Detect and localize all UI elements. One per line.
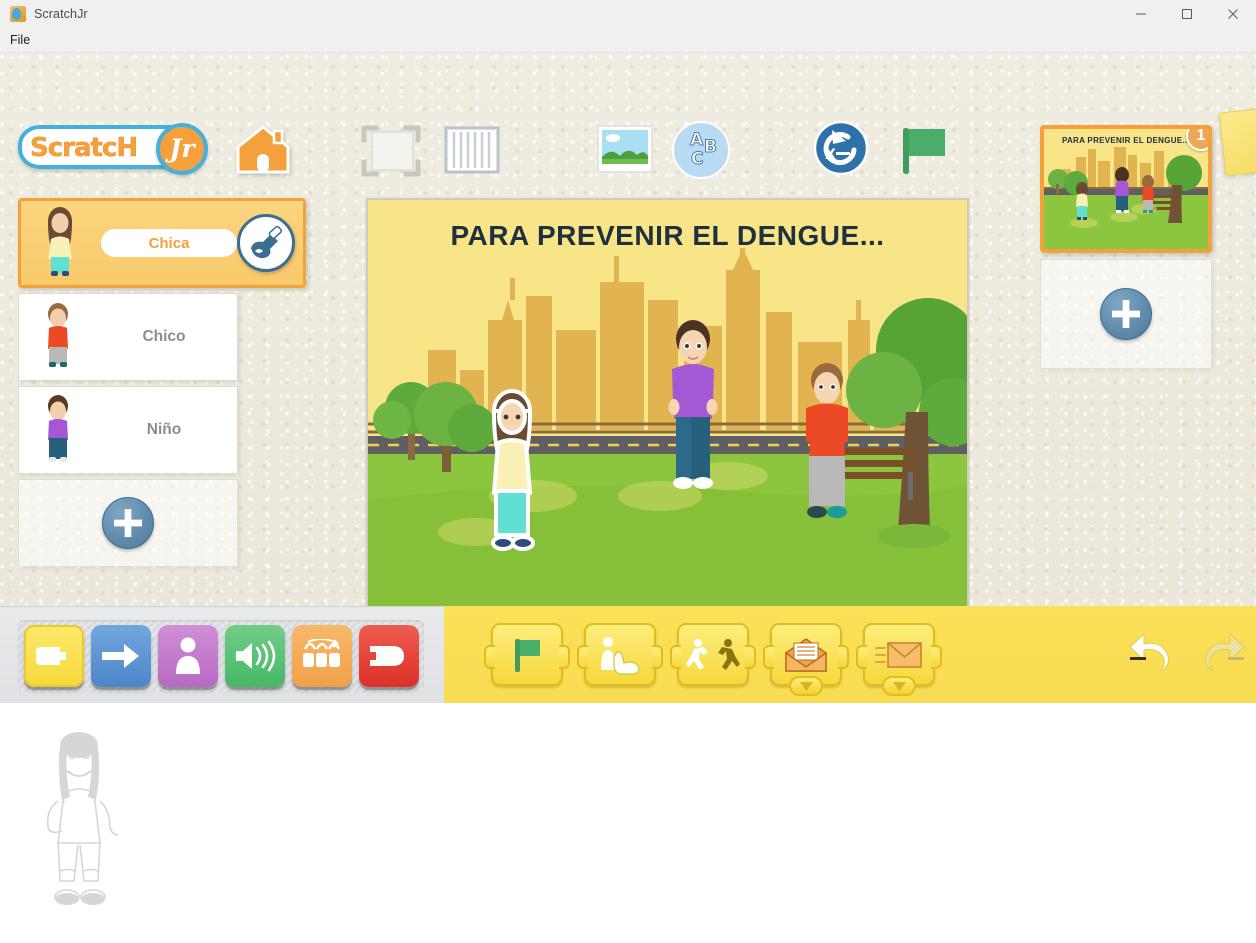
menubar: File <box>0 28 1256 53</box>
green-flag-icon <box>515 638 540 672</box>
scratchjr-app-icon <box>10 6 26 22</box>
offscreen-page-peek <box>1218 107 1256 177</box>
character-name: Chico <box>142 328 186 345</box>
send-envelope-icon <box>875 641 922 668</box>
block-palette-bar <box>0 606 1256 709</box>
triggering-blocks-category[interactable] <box>24 625 84 687</box>
window-controls <box>1118 0 1256 28</box>
block-stub-icon <box>36 647 66 665</box>
character-name: Niño <box>146 421 182 438</box>
open-envelope-icon <box>785 637 827 672</box>
end-blocks-category[interactable] <box>359 625 419 687</box>
page-thumbnail-1[interactable]: 1 PARA PREVENIR EL DENGUE... <box>1040 125 1212 253</box>
window-title: ScratchJr <box>34 7 88 21</box>
page-thumbnail-title: PARA PREVENIR EL DENGUE... <box>1061 136 1191 145</box>
svg-text:B: B <box>704 137 717 157</box>
svg-text:X: X <box>825 147 836 163</box>
start-on-tap-block[interactable] <box>577 623 663 686</box>
speaker-icon <box>236 640 276 672</box>
message-color-dropdown[interactable] <box>789 676 823 696</box>
avatar <box>25 297 91 377</box>
svg-text:A: A <box>690 130 704 150</box>
stage-toolbar: A B C X <box>355 115 965 195</box>
person-icon <box>176 637 200 674</box>
logo-jr-text: Jr <box>169 134 195 163</box>
maximize-icon[interactable] <box>1164 0 1210 28</box>
chevron-down-icon <box>799 681 813 691</box>
end-block-icon <box>370 646 404 666</box>
undo-arrow-icon <box>1129 632 1169 672</box>
start-on-message-block[interactable] <box>763 623 849 696</box>
pages-panel: 1 PARA PREVENIR EL DENGUE... <box>1040 125 1212 369</box>
scratchjr-window: ScratchJr File ScratcH Jr A B C X Chica … <box>0 0 1256 943</box>
home-icon[interactable] <box>234 123 292 175</box>
stage-sprite-chico[interactable] <box>793 360 861 550</box>
redo-arrow-icon <box>1205 632 1245 672</box>
avatar <box>27 203 93 283</box>
stage-sprite-nino[interactable] <box>658 317 728 517</box>
trigger-blocks-strip <box>444 606 1256 703</box>
branding-area: ScratcH Jr <box>18 121 292 176</box>
plus-icon <box>102 497 154 549</box>
undo-button[interactable] <box>1128 626 1180 674</box>
looks-blocks-category[interactable] <box>158 625 218 687</box>
tap-hand-icon <box>601 636 640 675</box>
add-text-button[interactable]: A B C <box>670 119 732 181</box>
repeat-icon <box>303 639 341 667</box>
add-page-button[interactable] <box>1040 259 1212 369</box>
grid-toggle-button[interactable] <box>441 121 503 179</box>
character-item-chico[interactable]: Chico <box>18 293 238 381</box>
stage[interactable]: PARA PREVENIR EL DENGUE... <box>366 198 969 650</box>
svg-text:C: C <box>691 149 703 169</box>
bump-runners-icon <box>686 638 740 670</box>
chica-ghost-outline <box>34 731 124 911</box>
avatar <box>25 390 91 470</box>
arrow-right-icon <box>102 644 139 668</box>
character-list: Chica Chico Niño <box>18 198 308 567</box>
minimize-icon[interactable] <box>1118 0 1164 28</box>
script-area[interactable] <box>0 709 1256 943</box>
background-library-button[interactable] <box>595 123 655 177</box>
plus-icon <box>1100 288 1152 340</box>
redo-button[interactable] <box>1194 626 1246 674</box>
window-titlebar: ScratchJr <box>0 0 1256 28</box>
character-name: Chica <box>101 229 237 257</box>
reset-characters-button[interactable]: X <box>812 119 870 177</box>
scratchjr-logo: ScratcH Jr <box>18 121 220 176</box>
chevron-down-icon <box>892 681 906 691</box>
sound-blocks-category[interactable] <box>225 625 285 687</box>
menu-item-file[interactable]: File <box>0 28 40 53</box>
green-flag-button[interactable] <box>895 120 953 178</box>
control-blocks-category[interactable] <box>292 625 352 687</box>
add-character-button[interactable] <box>18 479 238 567</box>
motion-blocks-category[interactable] <box>91 625 151 687</box>
character-item-chica[interactable]: Chica <box>18 198 306 288</box>
paintbrush-icon[interactable] <box>237 214 295 272</box>
start-on-green-flag-block[interactable] <box>484 623 570 686</box>
message-color-dropdown[interactable] <box>882 676 916 696</box>
stage-sprite-chica[interactable] <box>476 387 548 567</box>
stage-title-text: PARA PREVENIR EL DENGUE... <box>450 220 885 251</box>
block-category-strip <box>0 606 444 703</box>
start-on-bump-block[interactable] <box>670 623 756 686</box>
fullscreen-stage-button[interactable] <box>355 119 427 185</box>
close-icon[interactable] <box>1210 0 1256 28</box>
undo-redo-group <box>1128 626 1246 674</box>
page-thumbnail-preview <box>1044 129 1208 249</box>
character-item-nino[interactable]: Niño <box>18 386 238 474</box>
send-message-block[interactable] <box>856 623 942 696</box>
workspace: ScratcH Jr A B C X Chica Chico Niño PARA… <box>0 53 1256 650</box>
